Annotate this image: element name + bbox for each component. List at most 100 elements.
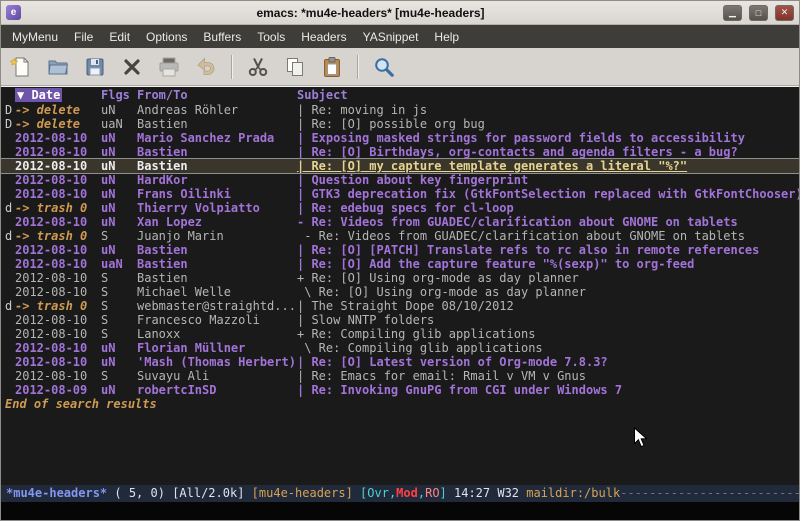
save-button[interactable] xyxy=(78,52,112,82)
menu-tools[interactable]: Tools xyxy=(249,26,293,48)
cut-button[interactable] xyxy=(241,52,275,82)
msg-from: Bastien xyxy=(137,145,297,159)
msg-mark xyxy=(1,257,15,271)
msg-from: Francesco Mazzoli xyxy=(137,313,297,327)
menu-mymenu[interactable]: MyMenu xyxy=(4,26,66,48)
emacs-window: e emacs: *mu4e-headers* [mu4e-headers] ▁… xyxy=(0,0,800,521)
msg-mark xyxy=(1,131,15,145)
msg-date: 2012-08-10 xyxy=(15,215,101,229)
message-row[interactable]: 2012-08-10uNBastien| Re: [O] [PATCH] Tra… xyxy=(1,243,799,257)
search-button[interactable] xyxy=(367,52,401,82)
tool-bar xyxy=(1,48,799,86)
header-from-col[interactable]: From/To xyxy=(137,88,297,103)
menu-buffers[interactable]: Buffers xyxy=(195,26,249,48)
modeline-segment-buffer: *mu4e-headers* xyxy=(6,486,107,500)
msg-mark xyxy=(1,173,15,187)
message-row[interactable]: 2012-08-10SMichael Welle \ Re: [O] Using… xyxy=(1,285,799,299)
msg-date: 2012-08-10 xyxy=(15,341,101,355)
msg-subject: + Re: [O] Using org-mode as day planner xyxy=(297,271,799,285)
msg-mark xyxy=(1,341,15,355)
header-subject-col[interactable]: Subject xyxy=(297,88,799,103)
message-row[interactable]: 2012-08-10uNHardKor| Question about key … xyxy=(1,173,799,187)
msg-mark xyxy=(1,285,15,299)
maximize-button[interactable]: □ xyxy=(749,5,768,21)
msg-subject: - Re: Videos from GUADEC/clarification a… xyxy=(297,215,799,229)
msg-mark xyxy=(1,145,15,159)
modeline-segment-red: Mod xyxy=(396,486,418,500)
message-row[interactable]: 2012-08-10SBastien+ Re: [O] Using org-mo… xyxy=(1,271,799,285)
message-row[interactable]: d-> trash 0SJuanjo Marin - Re: Videos fr… xyxy=(1,229,799,243)
message-row[interactable]: 2012-08-10uNFlorian Müllner \ Re: Compil… xyxy=(1,341,799,355)
msg-subject: | Re: Emacs for email: Rmail v VM v Gnus xyxy=(297,369,799,383)
menu-edit[interactable]: Edit xyxy=(101,26,138,48)
msg-subject: \ Re: Compiling glib applications xyxy=(297,341,799,355)
menu-yasnippet[interactable]: YASnippet xyxy=(355,26,427,48)
modeline-segment-dashes: ----------------------------------------… xyxy=(620,486,799,500)
msg-flags: uN xyxy=(101,187,137,201)
copy-icon xyxy=(283,55,307,79)
print-button xyxy=(152,52,186,82)
msg-from: Florian Müllner xyxy=(137,341,297,355)
msg-date: 2012-08-10 xyxy=(15,271,101,285)
editor-area: ▼ Date Flgs From/To Subject D-> deleteuN… xyxy=(1,86,799,485)
menu-options[interactable]: Options xyxy=(138,26,195,48)
msg-from: Mario Sanchez Prada xyxy=(137,131,297,145)
msg-mark xyxy=(1,369,15,383)
message-row-current[interactable]: 2012-08-10uNBastien| Re: [O] my capture … xyxy=(1,159,799,173)
message-row[interactable]: 2012-08-10uNMario Sanchez Prada| Exposin… xyxy=(1,131,799,145)
message-row[interactable]: 2012-08-10uaNBastien| Re: [O] Add the ca… xyxy=(1,257,799,271)
open-folder-button[interactable] xyxy=(41,52,75,82)
copy-button[interactable] xyxy=(278,52,312,82)
message-row[interactable]: 2012-08-09uNrobertcInSD| Re: Invoking Gn… xyxy=(1,383,799,397)
msg-date: 2012-08-10 xyxy=(15,173,101,187)
header-flags-col[interactable]: Flgs xyxy=(101,88,137,103)
message-row[interactable]: 2012-08-10SFrancesco Mazzoli| Slow NNTP … xyxy=(1,313,799,327)
msg-subject: | Re: Invoking GnuPG from CGI under Wind… xyxy=(297,383,799,397)
msg-from: 'Mash (Thomas Herbert) xyxy=(137,355,297,369)
msg-mark: d xyxy=(1,229,15,243)
msg-from: Lanoxx xyxy=(137,327,297,341)
close-button[interactable] xyxy=(115,52,149,82)
msg-subject: + Re: Compiling glib applications xyxy=(297,327,799,341)
message-row[interactable]: D-> deleteuNAndreas Röhler| Re: moving i… xyxy=(1,103,799,117)
sort-indicator[interactable]: ▼ Date xyxy=(15,88,62,102)
message-row[interactable]: 2012-08-10uN'Mash (Thomas Herbert)| Re: … xyxy=(1,355,799,369)
message-row[interactable]: d-> trash 0uNThierry Volpiatto| Re: edeb… xyxy=(1,201,799,215)
echo-area[interactable] xyxy=(1,502,799,520)
menu-help[interactable]: Help xyxy=(426,26,467,48)
msg-from: Xan Lopez xyxy=(137,215,297,229)
msg-flags: uN xyxy=(101,145,137,159)
modeline-segment-plain: ( 5, 0) xyxy=(107,486,172,500)
message-row[interactable]: 2012-08-10SLanoxx+ Re: Compiling glib ap… xyxy=(1,327,799,341)
message-row[interactable]: D-> deleteuaNBastien| Re: [O] possible o… xyxy=(1,117,799,131)
header-date-col[interactable]: ▼ Date xyxy=(15,88,101,103)
message-row[interactable]: 2012-08-10uNBastien| Re: [O] Birthdays, … xyxy=(1,145,799,159)
menu-headers[interactable]: Headers xyxy=(293,26,354,48)
new-file-button[interactable] xyxy=(4,52,38,82)
message-row[interactable]: 2012-08-10SSuvayu Ali| Re: Emacs for ema… xyxy=(1,369,799,383)
menu-bar: MyMenuFileEditOptionsBuffersToolsHeaders… xyxy=(1,25,799,48)
msg-from: Bastien xyxy=(137,159,297,173)
msg-date: 2012-08-10 xyxy=(15,369,101,383)
msg-flags: uN xyxy=(101,103,137,117)
menu-file[interactable]: File xyxy=(66,26,101,48)
paste-button[interactable] xyxy=(315,52,349,82)
msg-subject: | Re: moving in js xyxy=(297,103,799,117)
msg-mark xyxy=(1,215,15,229)
minimize-button[interactable]: ▁ xyxy=(723,5,742,21)
msg-date: -> trash 0 xyxy=(15,201,101,215)
msg-flags: uaN xyxy=(101,117,137,131)
close-button[interactable]: ✕ xyxy=(775,5,794,21)
msg-from: Juanjo Marin xyxy=(137,229,297,243)
msg-flags: S xyxy=(101,299,137,313)
msg-mark xyxy=(1,187,15,201)
msg-mark xyxy=(1,243,15,257)
print-icon xyxy=(157,55,181,79)
message-row[interactable]: 2012-08-10uNXan Lopez- Re: Videos from G… xyxy=(1,215,799,229)
modeline-segment-plain: 14:27 W32 xyxy=(454,486,526,500)
message-row[interactable]: d-> trash 0Swebmaster@straightd...| The … xyxy=(1,299,799,313)
message-row[interactable]: 2012-08-10uNFrans Oilinki| GTK3 deprecat… xyxy=(1,187,799,201)
msg-flags: S xyxy=(101,313,137,327)
msg-flags: uN xyxy=(101,131,137,145)
msg-mark xyxy=(1,327,15,341)
